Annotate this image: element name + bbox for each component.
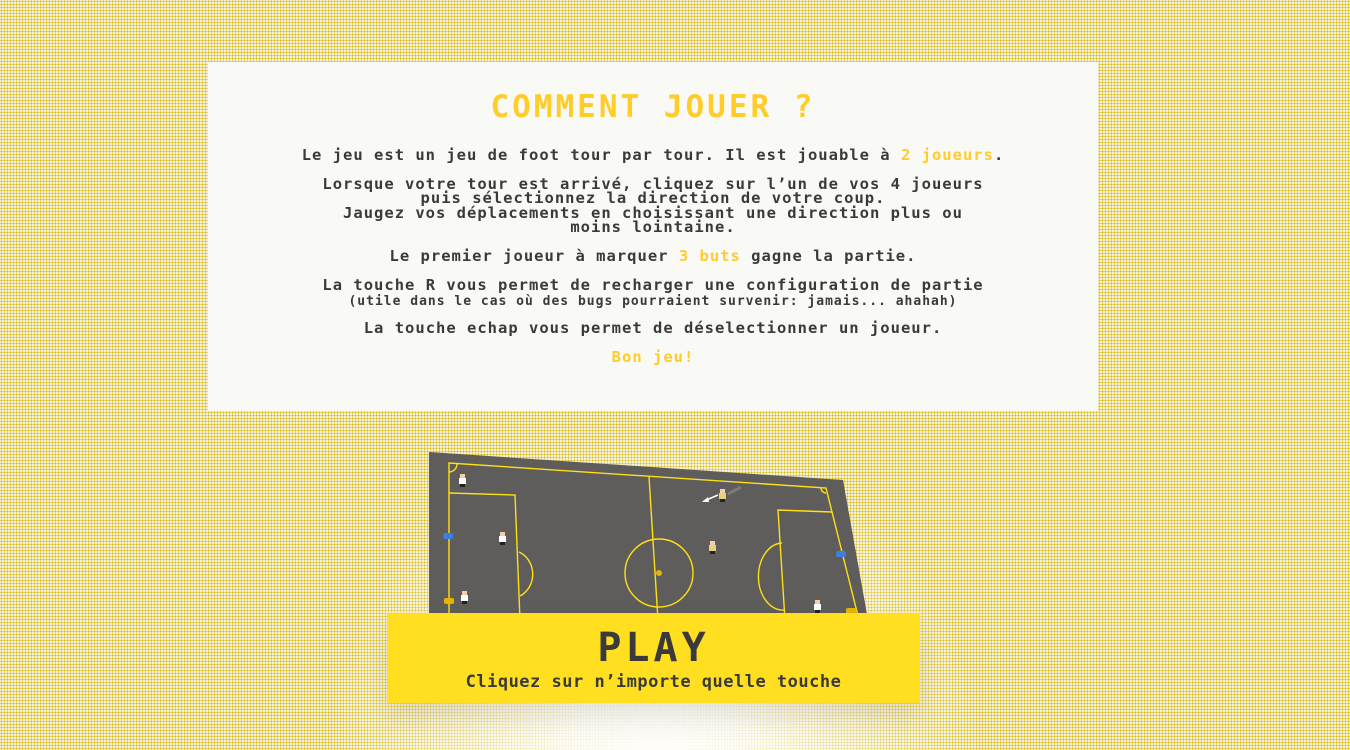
- play-title: PLAY: [597, 625, 710, 671]
- ball: [656, 570, 662, 576]
- instructions-title: COMMENT JOUER ?: [490, 89, 816, 125]
- instructions-paragraph-reload: La touche R vous permet de recharger une…: [263, 276, 1043, 310]
- p1-text: Le jeu est un jeu de foot tour par tour.…: [301, 146, 901, 164]
- instructions-panel: COMMENT JOUER ? Le jeu est un jeu de foo…: [208, 62, 1098, 411]
- p3-end: gagne la partie.: [740, 246, 917, 265]
- player-white: [461, 591, 468, 604]
- instructions-paragraph-turn: Lorsque votre tour est arrivé, cliquez s…: [263, 176, 1043, 236]
- player-yellow: [709, 541, 716, 554]
- p1-highlight: 2 joueurs: [900, 146, 994, 164]
- p3-highlight: 3 buts: [678, 246, 741, 265]
- player-white: [459, 474, 466, 487]
- p2-line4: moins lointaine.: [570, 218, 736, 236]
- play-subtitle: Cliquez sur n’importe quelle touche: [465, 672, 842, 692]
- play-button[interactable]: PLAY Cliquez sur n’importe quelle touche: [387, 613, 920, 703]
- p1-end: .: [993, 146, 1005, 164]
- player-white: [814, 600, 821, 613]
- player-white: [499, 532, 506, 545]
- instructions-paragraph-rules: Le jeu est un jeu de foot tour par tour.…: [263, 146, 1043, 164]
- p3-text: Le premier joueur à marquer: [389, 246, 679, 265]
- p4-line1: La touche R vous permet de recharger une…: [322, 276, 984, 294]
- p4-line2: (utile dans le cas où des bugs pourraien…: [348, 293, 958, 309]
- instructions-paragraph-escape: La touche echap vous permet de déselecti…: [363, 318, 943, 337]
- instructions-good-game: Bon jeu!: [611, 348, 695, 366]
- instructions-paragraph-win: Le premier joueur à marquer 3 buts gagne…: [263, 246, 1043, 265]
- player-yellow-selected: [719, 489, 726, 502]
- soccer-field-preview: [429, 452, 868, 620]
